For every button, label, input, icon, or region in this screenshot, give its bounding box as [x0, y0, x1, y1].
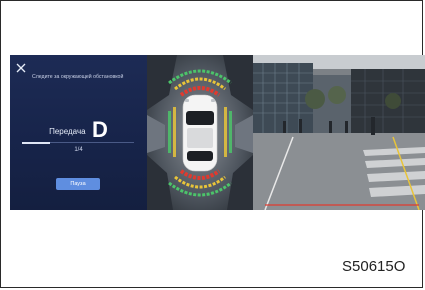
- page-counter: 1/4: [74, 147, 83, 153]
- gear-value: D: [92, 117, 108, 142]
- street-camera-image: [253, 55, 425, 210]
- close-icon[interactable]: [16, 63, 26, 73]
- progress-fill: [22, 141, 50, 144]
- gear-indicator: Передача D: [10, 117, 147, 143]
- parking-assist-panel: Следите за окружающей обстановкой Переда…: [10, 55, 147, 210]
- progress-track: [22, 141, 134, 144]
- pause-button[interactable]: Пауза: [56, 178, 100, 190]
- safety-hint: Следите за окружающей обстановкой: [32, 74, 124, 80]
- birds-eye-image: [147, 55, 253, 210]
- birds-eye-view: [147, 55, 253, 210]
- front-camera-view: [253, 55, 425, 210]
- gear-label: Передача: [49, 127, 86, 136]
- camera-display: Следите за окружающей обстановкой Переда…: [10, 55, 425, 210]
- figure-code: S50615O: [342, 258, 406, 275]
